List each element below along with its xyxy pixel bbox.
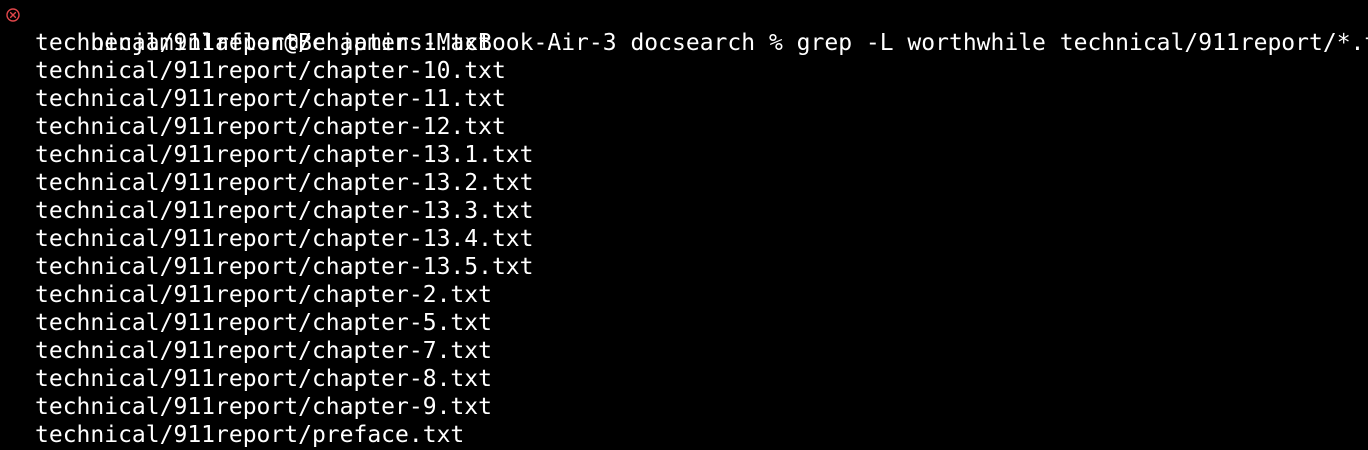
output-line: technical/911report/chapter-7.txt [35, 338, 492, 364]
output-line: technical/911report/chapter-2.txt [35, 282, 492, 308]
output-line: technical/911report/chapter-13.2.txt [35, 170, 534, 196]
output-line: technical/911report/chapter-13.5.txt [35, 254, 534, 280]
error-x-circle-icon [6, 8, 20, 22]
output-line: technical/911report/preface.txt [35, 422, 465, 448]
output-line: technical/911report/chapter-12.txt [35, 114, 506, 140]
output-line: technical/911report/chapter-8.txt [35, 366, 492, 392]
output-line: technical/911report/chapter-11.txt [35, 86, 506, 112]
output-line: technical/911report/chapter-1.txt [35, 30, 492, 56]
command-line: benjaminlaflen@Benjamins-MacBook-Air-3 d… [0, 1, 1368, 56]
terminal-window[interactable]: benjaminlaflen@Benjamins-MacBook-Air-3 d… [0, 0, 1368, 450]
output-line: technical/911report/chapter-5.txt [35, 310, 492, 336]
output-line: technical/911report/chapter-10.txt [35, 58, 506, 84]
output-line: technical/911report/chapter-13.1.txt [35, 142, 534, 168]
output-line: technical/911report/chapter-13.4.txt [35, 226, 534, 252]
output-line: technical/911report/chapter-13.3.txt [35, 198, 534, 224]
command-output: technical/911report/chapter-1.txt techni… [0, 29, 1368, 449]
output-line: technical/911report/chapter-9.txt [35, 394, 492, 420]
